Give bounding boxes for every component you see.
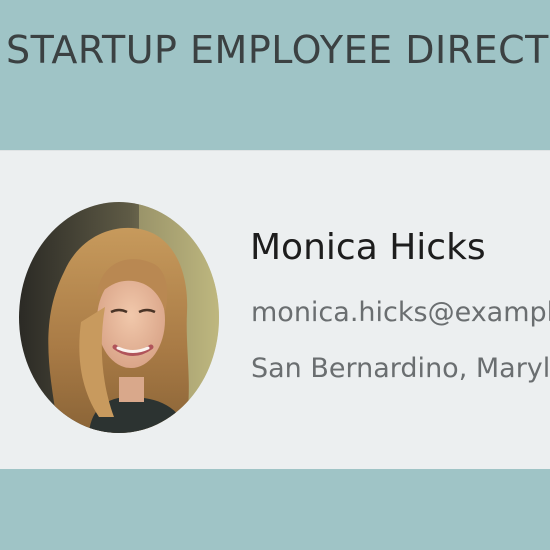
page-title: STARTUP EMPLOYEE DIRECTORY bbox=[6, 28, 550, 72]
employee-card[interactable]: Monica Hicks monica.hicks@example.com Sa… bbox=[0, 150, 550, 470]
employee-location: San Bernardino, Maryland bbox=[251, 353, 550, 384]
profile-photo bbox=[19, 202, 219, 433]
employee-name: Monica Hicks bbox=[250, 227, 486, 268]
directory-page: STARTUP EMPLOYEE DIRECTORY bbox=[0, 0, 550, 550]
avatar bbox=[19, 202, 219, 433]
next-card-edge bbox=[0, 469, 550, 550]
employee-email[interactable]: monica.hicks@example.com bbox=[251, 297, 550, 328]
directory-header: STARTUP EMPLOYEE DIRECTORY bbox=[0, 0, 550, 150]
